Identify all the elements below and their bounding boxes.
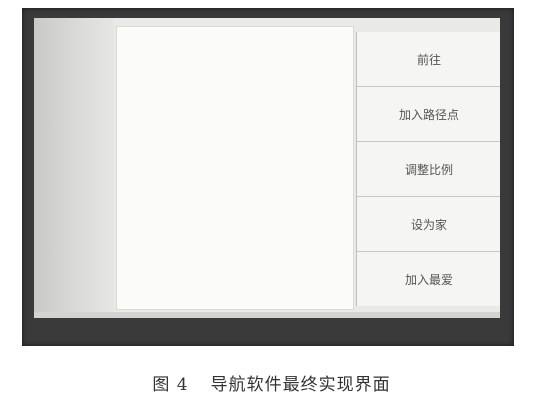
- device-frame: 前往 加入路径点 调整比例 设为家 加入最爱: [22, 8, 514, 346]
- side-menu-panel: 前往 加入路径点 调整比例 设为家 加入最爱: [356, 32, 500, 306]
- figure-caption-text: 导航软件最终实现界面: [210, 375, 391, 395]
- left-edge-strip: [34, 18, 114, 318]
- app-screen: 前往 加入路径点 调整比例 设为家 加入最爱: [34, 18, 500, 318]
- figure-caption: 图 4 导航软件最终实现界面: [0, 370, 543, 395]
- set-as-home-button[interactable]: 设为家: [357, 197, 500, 252]
- figure-label: 图 4: [152, 375, 189, 395]
- add-to-favorites-button[interactable]: 加入最爱: [357, 252, 500, 306]
- add-waypoint-button[interactable]: 加入路径点: [357, 87, 500, 142]
- bottom-status-bar: [34, 312, 500, 318]
- go-to-button[interactable]: 前往: [357, 32, 500, 87]
- adjust-scale-button[interactable]: 调整比例: [357, 142, 500, 197]
- map-view[interactable]: [116, 26, 354, 310]
